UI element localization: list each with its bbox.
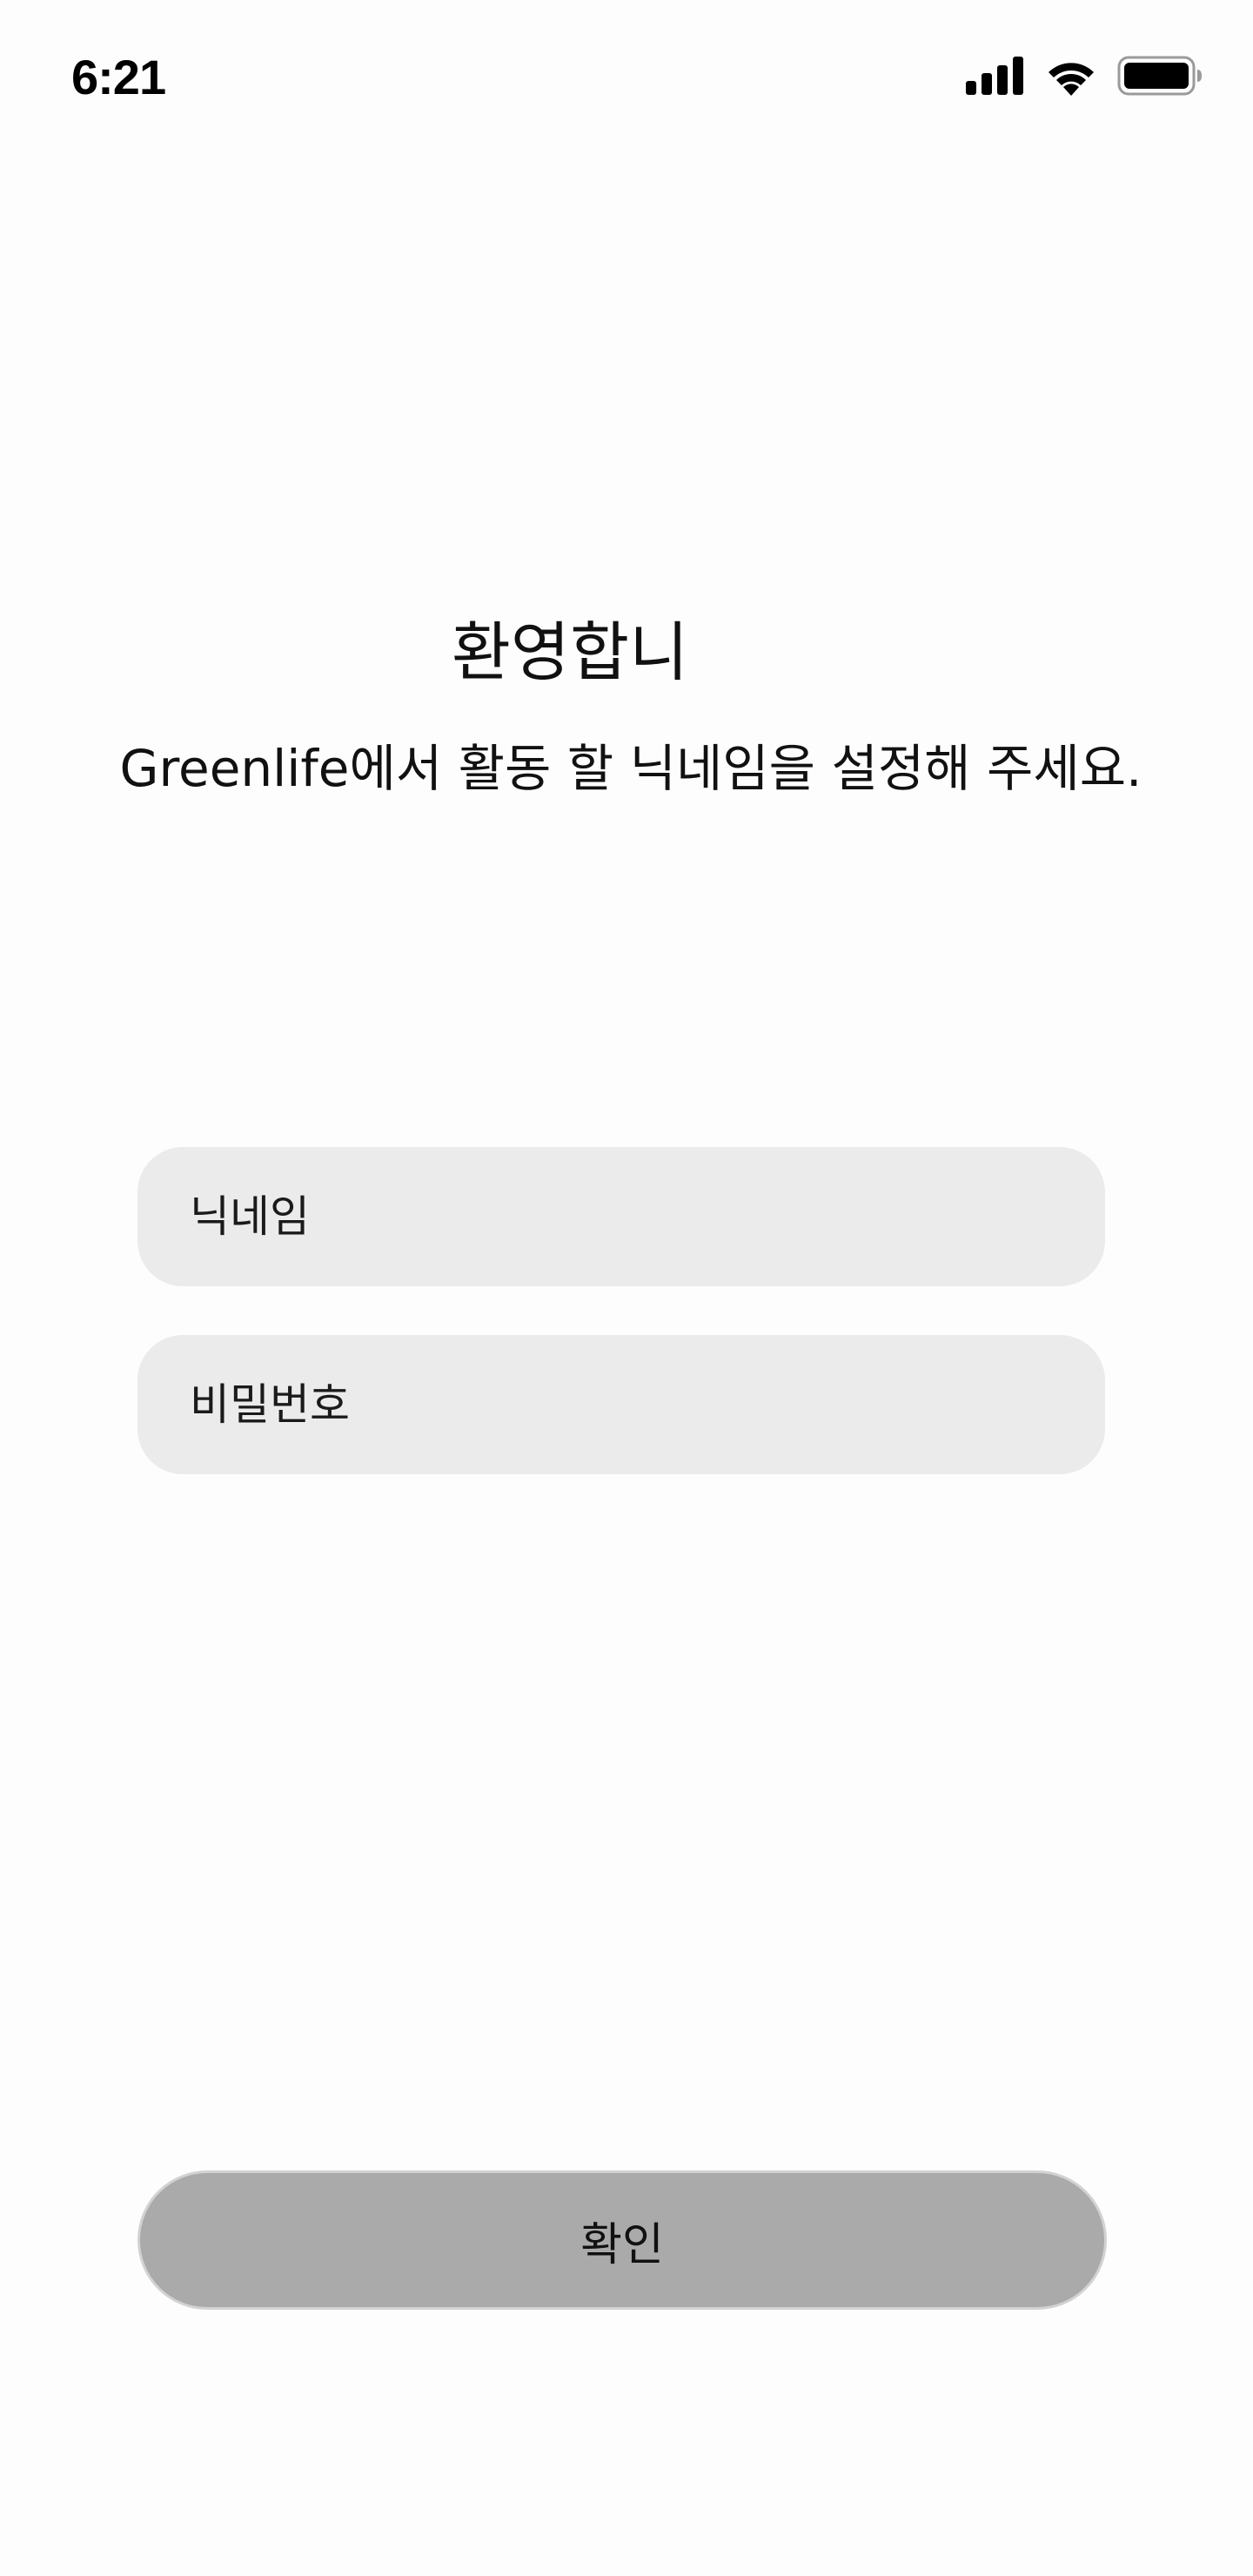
welcome-title: 환영합니 xyxy=(451,615,689,690)
battery-icon xyxy=(1117,56,1202,96)
wifi-icon xyxy=(1049,63,1094,96)
confirm-button[interactable]: 확인 xyxy=(137,2170,1107,2310)
cellular-signal-icon xyxy=(966,57,1023,95)
status-time: 6:21 xyxy=(71,50,166,104)
welcome-subtitle: Greenlife에서 활동 할 닉네임을 설정해 주세요. xyxy=(119,739,1142,798)
password-field[interactable] xyxy=(137,1335,1105,1474)
nickname-field[interactable] xyxy=(137,1147,1105,1286)
status-icons xyxy=(966,52,1203,99)
nickname-input[interactable] xyxy=(190,1147,1105,1286)
password-input[interactable] xyxy=(190,1335,1105,1474)
status-bar: 6:21 xyxy=(0,0,1253,165)
